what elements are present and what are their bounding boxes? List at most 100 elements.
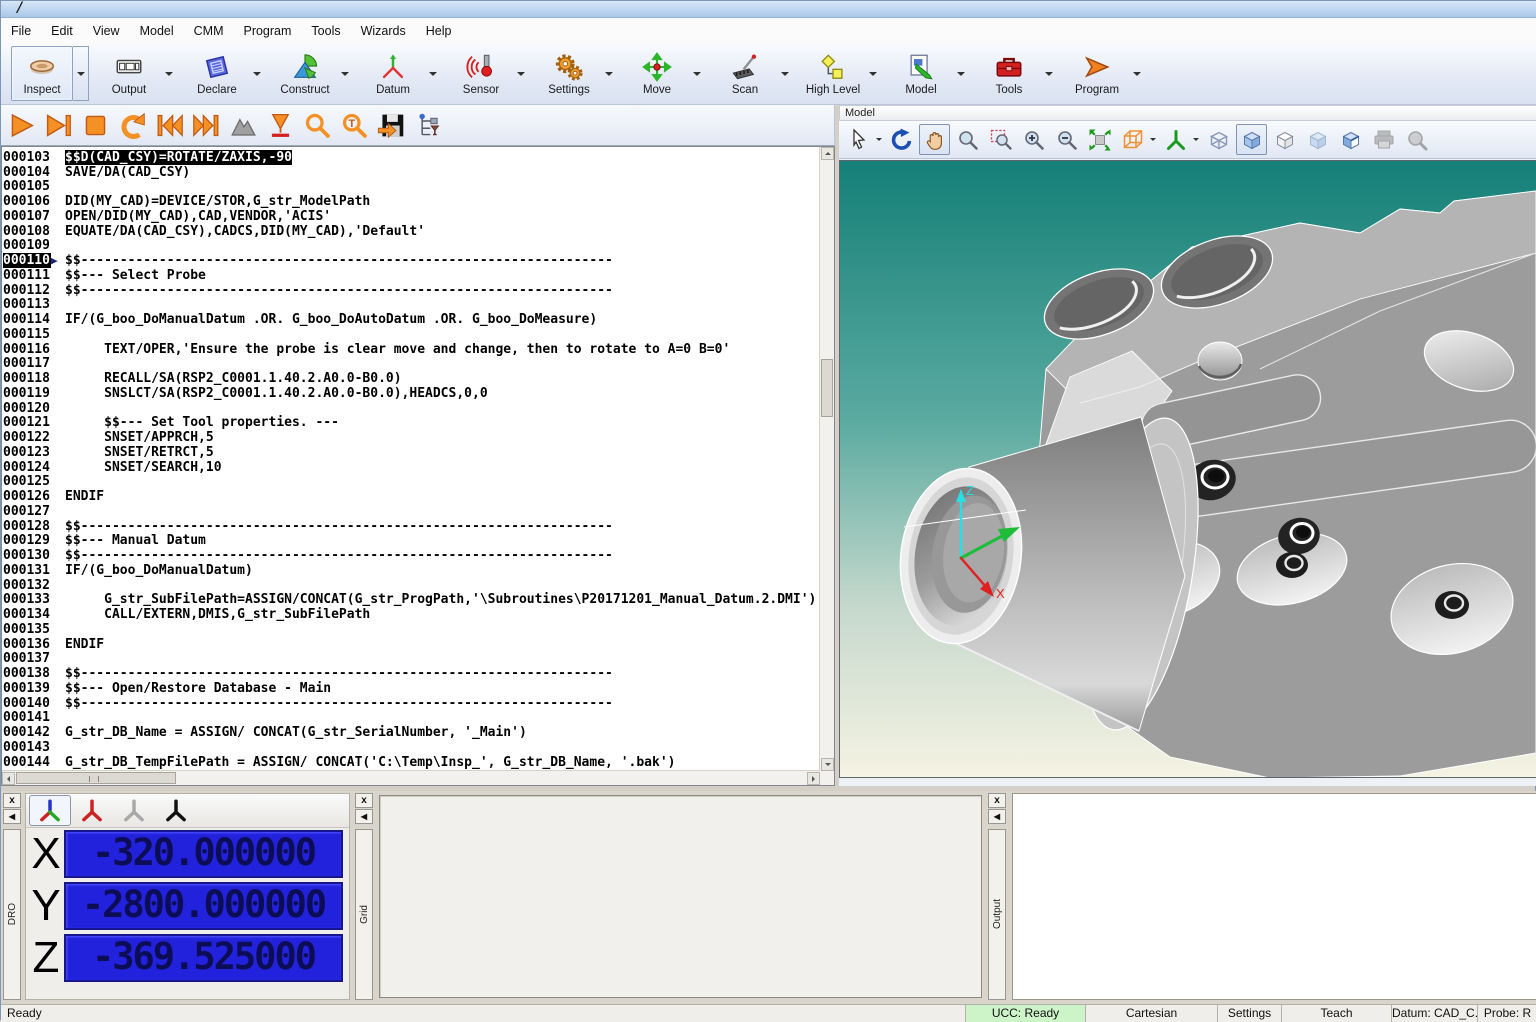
dropdown-arrow-icon[interactable] [688,46,705,101]
scroll-up-icon[interactable] [821,147,834,160]
code-line[interactable]: 000127 [3,504,820,519]
declare-button[interactable]: Declare [186,46,248,101]
view-section-button[interactable] [1335,124,1366,155]
dropdown-arrow-icon[interactable] [600,46,617,101]
code-line[interactable]: 000105 [3,180,820,195]
code-line[interactable]: 000120 [3,401,820,416]
save-program-icon[interactable] [376,110,407,141]
hierarchy-icon[interactable] [413,110,444,141]
code-line[interactable]: 000129$$--- Manual Datum [3,534,820,549]
tools-button[interactable]: Tools [978,46,1040,101]
dropdown-arrow-icon[interactable] [1191,135,1201,144]
editor-vertical-scrollbar[interactable] [819,147,834,771]
dropdown-arrow-icon[interactable] [952,46,969,101]
code-line[interactable]: 000131IF/(G_boo_DoManualDatum) [3,563,820,578]
close-icon[interactable]: x [988,793,1006,808]
triad-black-button[interactable] [155,795,197,826]
step-back-icon[interactable] [154,110,185,141]
code-line[interactable]: 000104SAVE/DA(CAD_CSY) [3,165,820,180]
code-line[interactable]: 000141 [3,711,820,726]
code-line[interactable]: 000138$$--------------------------------… [3,666,820,681]
view-wireframe-button[interactable] [1203,124,1234,155]
dro-tab[interactable]: DRO [3,829,21,1000]
dmis-code-editor[interactable]: 000103$$D(CAD_CSY)=ROTATE/ZAXIS,-9000010… [1,146,835,786]
rotate-view-button[interactable] [886,124,917,155]
code-line[interactable]: 000124 SNSET/SEARCH,10 [3,460,820,475]
triad-gray-button[interactable] [113,795,155,826]
menu-item-tools[interactable]: Tools [301,21,350,41]
collapse-icon[interactable]: ◀ [988,809,1006,824]
zoom-find-icon[interactable] [302,110,333,141]
code-line[interactable]: 000108EQUATE/DA(CAD_CSY),CADCS,DID(MY_CA… [3,224,820,239]
menu-item-wizards[interactable]: Wizards [351,21,416,41]
output-button[interactable]: Output [98,46,160,101]
dropdown-arrow-icon[interactable] [424,46,441,101]
dropdown-arrow-icon[interactable] [1040,46,1057,101]
code-line[interactable]: 000132 [3,578,820,593]
triad-red-button[interactable] [71,795,113,826]
menu-item-edit[interactable]: Edit [41,21,83,41]
code-line[interactable]: 000126ENDIF [3,489,820,504]
code-line[interactable]: 000122 SNSET/APPRCH,5 [3,430,820,445]
construct-button[interactable]: Construct [274,46,336,101]
editor-horizontal-scrollbar[interactable] [2,770,820,785]
view-shaded-button[interactable] [1236,124,1267,155]
menu-item-cmm[interactable]: CMM [184,21,234,41]
code-line[interactable]: 000113 [3,298,820,313]
scroll-right-icon[interactable] [807,772,820,785]
code-line[interactable]: 000109 [3,239,820,254]
run-icon[interactable] [6,110,37,141]
code-line[interactable]: 000137 [3,652,820,667]
close-icon[interactable]: x [3,793,21,808]
code-line[interactable]: 000112$$--------------------------------… [3,283,820,298]
program-button[interactable]: Program [1066,46,1128,101]
model-viewport[interactable]: Z X [839,160,1536,778]
dropdown-arrow-icon[interactable] [160,46,177,101]
sensor-button[interactable]: Sensor [450,46,512,101]
code-line[interactable]: 000143 [3,740,820,755]
code-line[interactable]: 000136ENDIF [3,637,820,652]
code-line[interactable]: 000118 RECALL/SA(RSP2_C0001.1.40.2.A0.0-… [3,371,820,386]
code-line[interactable]: 000144G_str_DB_TempFilePath = ASSIGN/ CO… [3,755,820,770]
status-segment-probe-r[interactable]: Probe: R [1477,1005,1536,1022]
zoom-fit-button[interactable] [1084,124,1115,155]
triad-rgb-button[interactable] [29,795,71,826]
collapse-icon[interactable]: ◀ [355,809,373,824]
status-segment-datum-cad-c[interactable]: Datum: CAD_C... [1391,1005,1477,1022]
pan-hand-button[interactable] [919,124,950,155]
status-segment-cartesian[interactable]: Cartesian [1085,1005,1217,1022]
code-line[interactable]: 000133 G_str_SubFilePath=ASSIGN/CONCAT(G… [3,593,820,608]
zoom-in-button[interactable] [1018,124,1049,155]
collapse-icon[interactable]: ◀ [3,809,21,824]
code-line[interactable]: 000125 [3,475,820,490]
csys-triad-button[interactable] [1160,124,1191,155]
menu-item-program[interactable]: Program [233,21,301,41]
menu-item-view[interactable]: View [83,21,130,41]
code-line[interactable]: 000128$$--------------------------------… [3,519,820,534]
dropdown-arrow-icon[interactable] [1128,46,1145,101]
zoom-text-icon[interactable]: T [339,110,370,141]
select-cursor-button[interactable] [843,124,874,155]
dropdown-arrow-icon[interactable] [864,46,881,101]
menu-item-model[interactable]: Model [130,21,184,41]
code-line[interactable]: 000130$$--------------------------------… [3,548,820,563]
zoom-dynamic-button[interactable] [952,124,983,155]
run-to-end-icon[interactable] [43,110,74,141]
insert-marker-icon[interactable] [265,110,296,141]
code-line[interactable]: 000103$$D(CAD_CSY)=ROTATE/ZAXIS,-90 [3,150,820,165]
close-icon[interactable]: x [355,793,373,808]
code-line[interactable]: 000142G_str_DB_Name = ASSIGN/ CONCAT(G_s… [3,725,820,740]
code-line[interactable]: 000123 SNSET/RETRCT,5 [3,445,820,460]
zoom-out-button[interactable] [1051,124,1082,155]
dropdown-arrow-icon[interactable] [73,46,89,101]
dropdown-arrow-icon[interactable] [248,46,265,101]
stop-icon[interactable] [80,110,111,141]
dropdown-arrow-icon[interactable] [776,46,793,101]
view-hidden-line-button[interactable] [1269,124,1300,155]
dropdown-arrow-icon[interactable] [874,135,884,144]
scroll-down-icon[interactable] [821,758,834,771]
code-line[interactable]: 000119 SNSLCT/SA(RSP2_C0001.1.40.2.A0.0-… [3,386,820,401]
scan-button[interactable]: Scan [714,46,776,101]
step-forward-icon[interactable] [191,110,222,141]
menu-item-file[interactable]: File [1,21,41,41]
